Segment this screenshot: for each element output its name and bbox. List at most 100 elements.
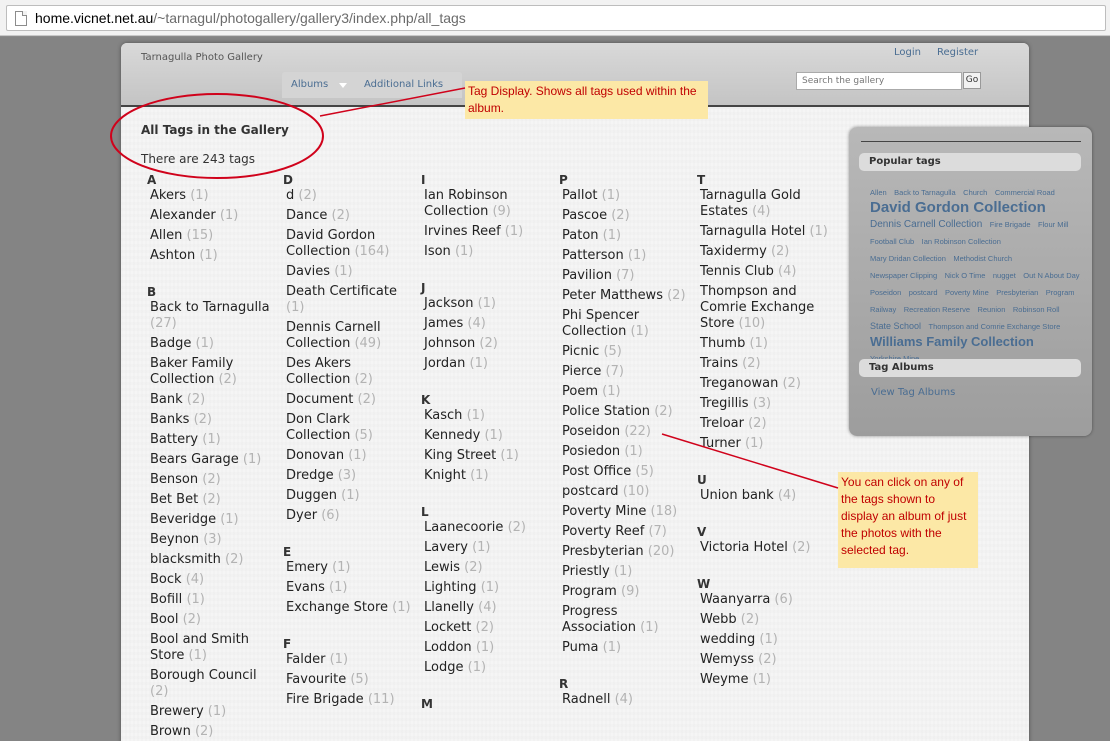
tag-link[interactable]: Evans (1) bbox=[283, 578, 415, 598]
tag-name[interactable]: Johnson bbox=[424, 336, 475, 351]
tag-link[interactable]: Loddon (1) bbox=[421, 638, 553, 658]
tag-link[interactable]: Tarnagulla Hotel (1) bbox=[697, 222, 829, 242]
tag-name[interactable]: Dyer bbox=[286, 508, 317, 523]
tag-link[interactable]: Bock (4) bbox=[147, 570, 279, 590]
tag-name[interactable]: Duggen bbox=[286, 488, 337, 503]
tag-link[interactable]: Johnson (2) bbox=[421, 334, 553, 354]
tag-name[interactable]: Treganowan bbox=[700, 376, 778, 391]
tag-name[interactable]: Des Akers Collection bbox=[286, 356, 351, 387]
tag-link[interactable]: Trains (2) bbox=[697, 354, 829, 374]
tag-link[interactable]: Program (9) bbox=[559, 582, 691, 602]
tag-name[interactable]: Union bank bbox=[700, 488, 774, 503]
cloud-tag[interactable]: postcard bbox=[909, 288, 938, 297]
tag-name[interactable]: Emery bbox=[286, 560, 328, 575]
tag-link[interactable]: Posiedon (1) bbox=[559, 442, 691, 462]
register-link[interactable]: Register bbox=[937, 47, 978, 58]
cloud-tag[interactable]: Allen bbox=[870, 188, 887, 197]
tag-link[interactable]: Emery (1) bbox=[283, 558, 415, 578]
cloud-tag[interactable]: Nick O Time bbox=[945, 271, 986, 280]
tag-name[interactable]: Lockett bbox=[424, 620, 471, 635]
tag-name[interactable]: Bock bbox=[150, 572, 182, 587]
tag-link[interactable]: Weyme (1) bbox=[697, 670, 829, 690]
tag-name[interactable]: Death Certificate bbox=[286, 284, 397, 299]
tag-link[interactable]: Kasch (1) bbox=[421, 406, 553, 426]
tag-link[interactable]: blacksmith (2) bbox=[147, 550, 279, 570]
tag-link[interactable]: Irvines Reef (1) bbox=[421, 222, 553, 242]
tag-link[interactable]: postcard (10) bbox=[559, 482, 691, 502]
tag-name[interactable]: Posiedon bbox=[562, 444, 620, 459]
nav-albums[interactable]: Albums bbox=[291, 79, 328, 90]
tag-link[interactable]: Brewery (1) bbox=[147, 702, 279, 722]
tag-name[interactable]: Brown bbox=[150, 724, 191, 739]
cloud-tag[interactable]: Commercial Road bbox=[995, 188, 1055, 197]
tag-name[interactable]: Back to Tarnagulla bbox=[150, 300, 270, 315]
tag-name[interactable]: Phi Spencer Collection bbox=[562, 308, 639, 339]
tag-link[interactable]: Thompson and Comrie Exchange Store (10) bbox=[697, 282, 829, 334]
tag-name[interactable]: postcard bbox=[562, 484, 619, 499]
tag-name[interactable]: Bank bbox=[150, 392, 183, 407]
tag-name[interactable]: Tarnagulla Gold Estates bbox=[700, 188, 801, 219]
tag-link[interactable]: Ashton (1) bbox=[147, 246, 279, 266]
tag-link[interactable]: Dredge (3) bbox=[283, 466, 415, 486]
tag-link[interactable]: Baker Family Collection (2) bbox=[147, 354, 279, 390]
tag-name[interactable]: Patterson bbox=[562, 248, 624, 263]
tag-name[interactable]: Poverty Reef bbox=[562, 524, 644, 539]
tag-link[interactable]: Brown (2) bbox=[147, 722, 279, 741]
tag-name[interactable]: d bbox=[286, 188, 294, 203]
tag-name[interactable]: wedding bbox=[700, 632, 755, 647]
tag-name[interactable]: Bofill bbox=[150, 592, 182, 607]
tag-name[interactable]: Beveridge bbox=[150, 512, 216, 527]
tag-name[interactable]: Benson bbox=[150, 472, 198, 487]
tag-link[interactable]: Donovan (1) bbox=[283, 446, 415, 466]
tag-link[interactable]: Davies (1) bbox=[283, 262, 415, 282]
tag-link[interactable]: Kennedy (1) bbox=[421, 426, 553, 446]
cloud-tag[interactable]: Reunion bbox=[977, 305, 1005, 314]
cloud-tag[interactable]: Mary Dridan Collection bbox=[870, 254, 946, 263]
tag-link[interactable]: Phi Spencer Collection (1) bbox=[559, 306, 691, 342]
tag-name[interactable]: Ashton bbox=[150, 248, 195, 263]
tag-name[interactable]: Brewery bbox=[150, 704, 204, 719]
tag-link[interactable]: Banks (2) bbox=[147, 410, 279, 430]
cloud-tag[interactable]: David Gordon Collection bbox=[870, 199, 1046, 216]
tag-link[interactable]: Bool and Smith Store (1) bbox=[147, 630, 279, 666]
tag-link[interactable]: Post Office (5) bbox=[559, 462, 691, 482]
tag-link[interactable]: Bet Bet (2) bbox=[147, 490, 279, 510]
tag-name[interactable]: Davies bbox=[286, 264, 330, 279]
cloud-tag[interactable]: Presbyterian bbox=[996, 288, 1038, 297]
tag-name[interactable]: Poem bbox=[562, 384, 598, 399]
tag-name[interactable]: Evans bbox=[286, 580, 325, 595]
tag-link[interactable]: Des Akers Collection (2) bbox=[283, 354, 415, 390]
cloud-tag[interactable]: Out N About Day bbox=[1023, 271, 1079, 280]
cloud-tag[interactable]: Poseidon bbox=[870, 288, 901, 297]
tag-name[interactable]: Peter Matthews bbox=[562, 288, 663, 303]
tag-link[interactable]: Pavilion (7) bbox=[559, 266, 691, 286]
tag-name[interactable]: Donovan bbox=[286, 448, 344, 463]
tag-name[interactable]: Victoria Hotel bbox=[700, 540, 788, 555]
tag-name[interactable]: Beynon bbox=[150, 532, 199, 547]
tag-link[interactable]: David Gordon Collection (164) bbox=[283, 226, 415, 262]
tag-name[interactable]: Thumb bbox=[700, 336, 745, 351]
tag-name[interactable]: Weyme bbox=[700, 672, 748, 687]
tag-name[interactable]: Laanecoorie bbox=[424, 520, 503, 535]
tag-name[interactable]: Badge bbox=[150, 336, 191, 351]
tag-link[interactable]: Badge (1) bbox=[147, 334, 279, 354]
tag-name[interactable]: Radnell bbox=[562, 692, 610, 707]
tag-name[interactable]: Banks bbox=[150, 412, 189, 427]
tag-link[interactable]: wedding (1) bbox=[697, 630, 829, 650]
tag-name[interactable]: Lodge bbox=[424, 660, 463, 675]
tag-link[interactable]: Document (2) bbox=[283, 390, 415, 410]
tag-link[interactable]: Lavery (1) bbox=[421, 538, 553, 558]
tag-name[interactable]: Kasch bbox=[424, 408, 462, 423]
cloud-tag[interactable]: Newspaper Clipping bbox=[870, 271, 937, 280]
cloud-tag[interactable]: Ian Robinson Collection bbox=[922, 237, 1001, 246]
tag-name[interactable]: Alexander bbox=[150, 208, 216, 223]
tag-link[interactable]: Poseidon (22) bbox=[559, 422, 691, 442]
tag-name[interactable]: Borough Council bbox=[150, 668, 257, 683]
tag-name[interactable]: Document bbox=[286, 392, 353, 407]
tag-link[interactable]: Alexander (1) bbox=[147, 206, 279, 226]
tag-name[interactable]: Favourite bbox=[286, 672, 346, 687]
tag-name[interactable]: Dredge bbox=[286, 468, 334, 483]
chevron-down-icon[interactable] bbox=[339, 83, 347, 88]
tag-link[interactable]: Knight (1) bbox=[421, 466, 553, 486]
tag-name[interactable]: Pallot bbox=[562, 188, 598, 203]
